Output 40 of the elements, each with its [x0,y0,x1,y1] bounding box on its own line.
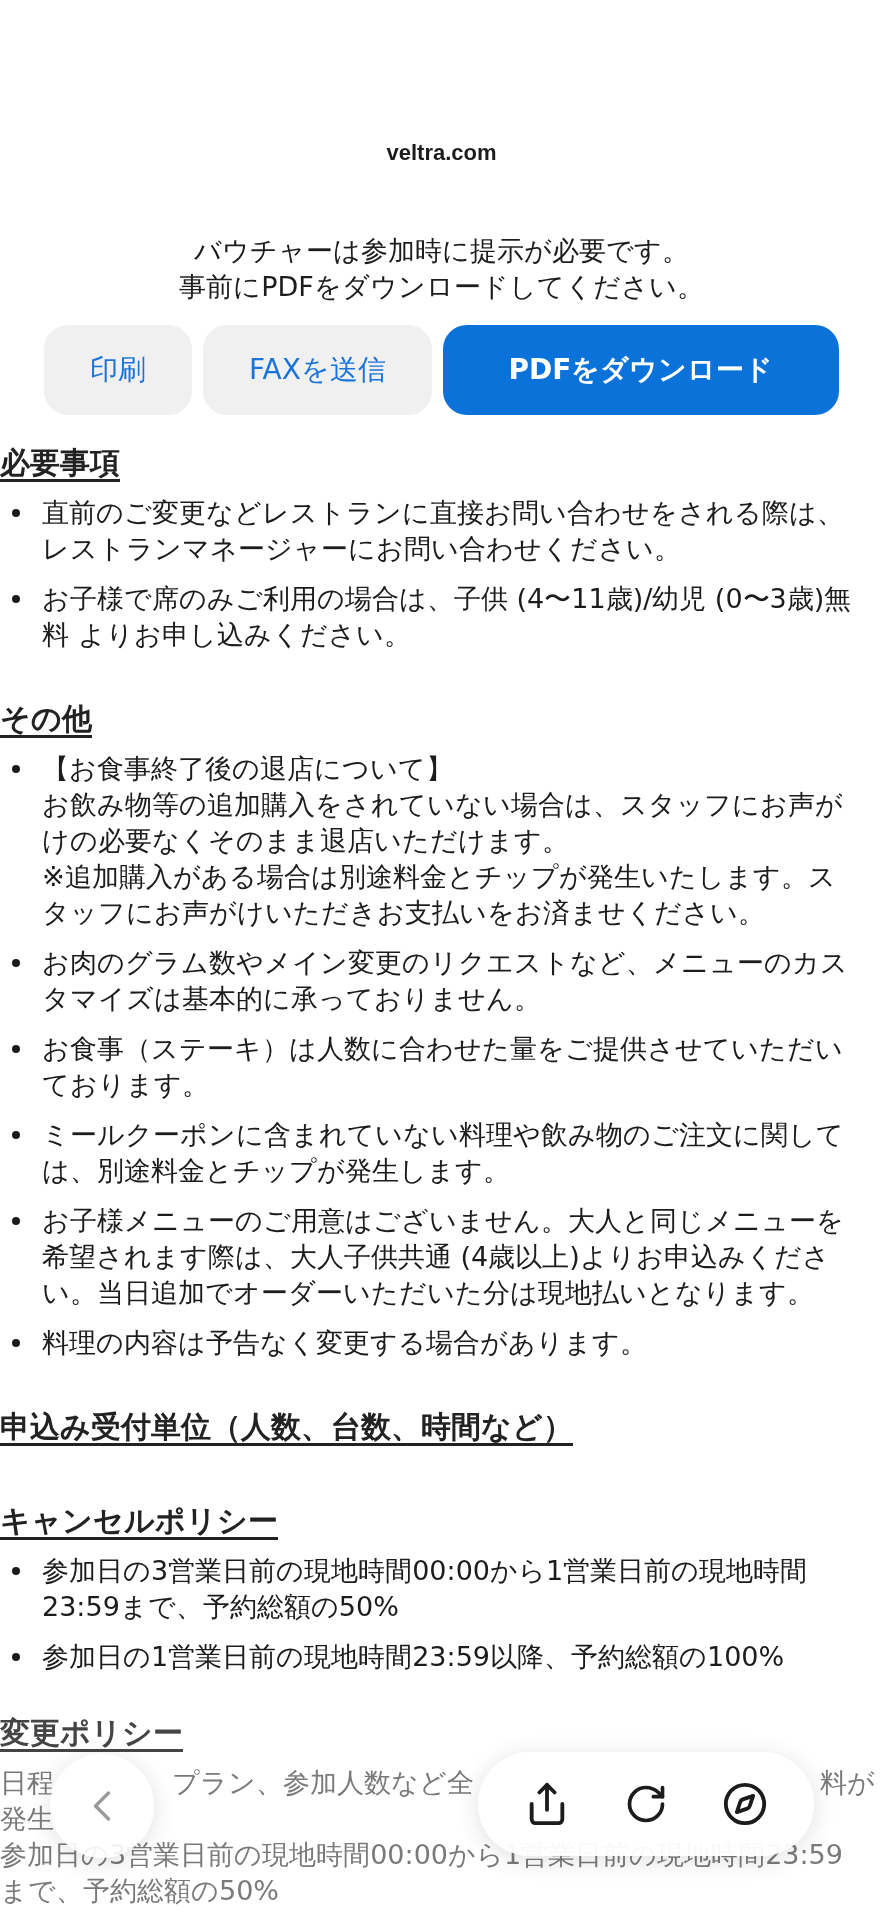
list-text: お子様メニューのご用意はございません。大人と同じメニューを希望されます際は、大人子供共通 (4歳以上)よりお申込みください。当日追加でオーダーいただいた分は現地払いとなります。 [42,1204,845,1310]
policy-text: まで、予約総額の50% [0,1874,279,1908]
list-text: お子様で席のみご利用の場合は、子供 (4〜11歳)/幼児 (0〜3歳)無料 よりお申し込みください。 [42,582,853,652]
section-heading: 必要事項 [0,444,120,482]
policy-text: 日程 [0,1766,54,1800]
bullet-icon [12,959,20,967]
bullet-icon [12,595,20,603]
list-text: 【お食事終了後の退店について】 [42,752,454,786]
section-heading: キャンセルポリシー [0,1502,278,1540]
policy-text: 発生 [0,1802,54,1836]
list-text: 直前のご変更などレストランに直接お問い合わせをされる際は、レストランマネージャーにお問い合わせください。 [42,496,845,566]
bullet-icon [12,1131,20,1139]
site-domain: veltra.com [386,139,497,167]
policy-text: 料が [820,1766,876,1800]
policy-text: 参加日の3営業日前の現地時間00:00から1営業日前の現地時間23:59 [0,1838,843,1872]
action-button[interactable]: FAXを送信 [203,325,432,415]
download-button[interactable]: PDFをダウンロード [442,325,839,415]
list-text: ※追加購入がある場合は別途料金とチップが発生いたします。スタッフにお声がけいただきお支払いをお済ませください。 [42,860,837,930]
list-text: ミールクーポンに含まれていない料理や飲み物のご注文に関しては、別途料金とチップが発生します。 [42,1118,845,1188]
section-heading: その他 [0,700,92,738]
voucher-notice: バウチャーは参加時に提示が必要です。 [194,234,689,268]
bullet-icon [12,1217,20,1225]
bullet-icon [12,509,20,517]
compass-icon [721,1781,768,1827]
list-text: 料理の内容は予告なく変更する場合があります。 [42,1326,647,1360]
voucher-notice: 事前にPDFをダウンロードしてください。 [179,270,704,304]
bullet-icon [12,765,20,773]
list-text: 参加日の1営業日前の現地時間23:59以降、予約総額の100% [42,1640,785,1674]
bullet-icon [12,1339,20,1347]
section-heading: 変更ポリシー [0,1714,183,1752]
list-text: お食事（ステーキ）は人数に合わせた量をご提供させていただいております。 [42,1032,844,1102]
bullet-icon [12,1653,20,1661]
list-text: お肉のグラム数やメイン変更のリクエストなど、メニューのカスタマイズは基本的に承っておりません。 [42,946,849,1016]
list-text: お飲み物等の追加購入をされていない場合は、スタッフにお声がけの必要なくそのまま退店いただけます。 [42,788,844,858]
bullet-icon [12,1567,20,1575]
section-heading: 申込み受付単位（人数、台数、時間など） [0,1408,573,1446]
action-button[interactable]: 印刷 [44,325,192,415]
bullet-icon [12,1045,20,1053]
policy-text: プラン、参加人数など全 [172,1766,474,1800]
list-text: 参加日の3営業日前の現地時間00:00から1営業日前の現地時間23:59まで、予約総額の50% [42,1554,809,1624]
